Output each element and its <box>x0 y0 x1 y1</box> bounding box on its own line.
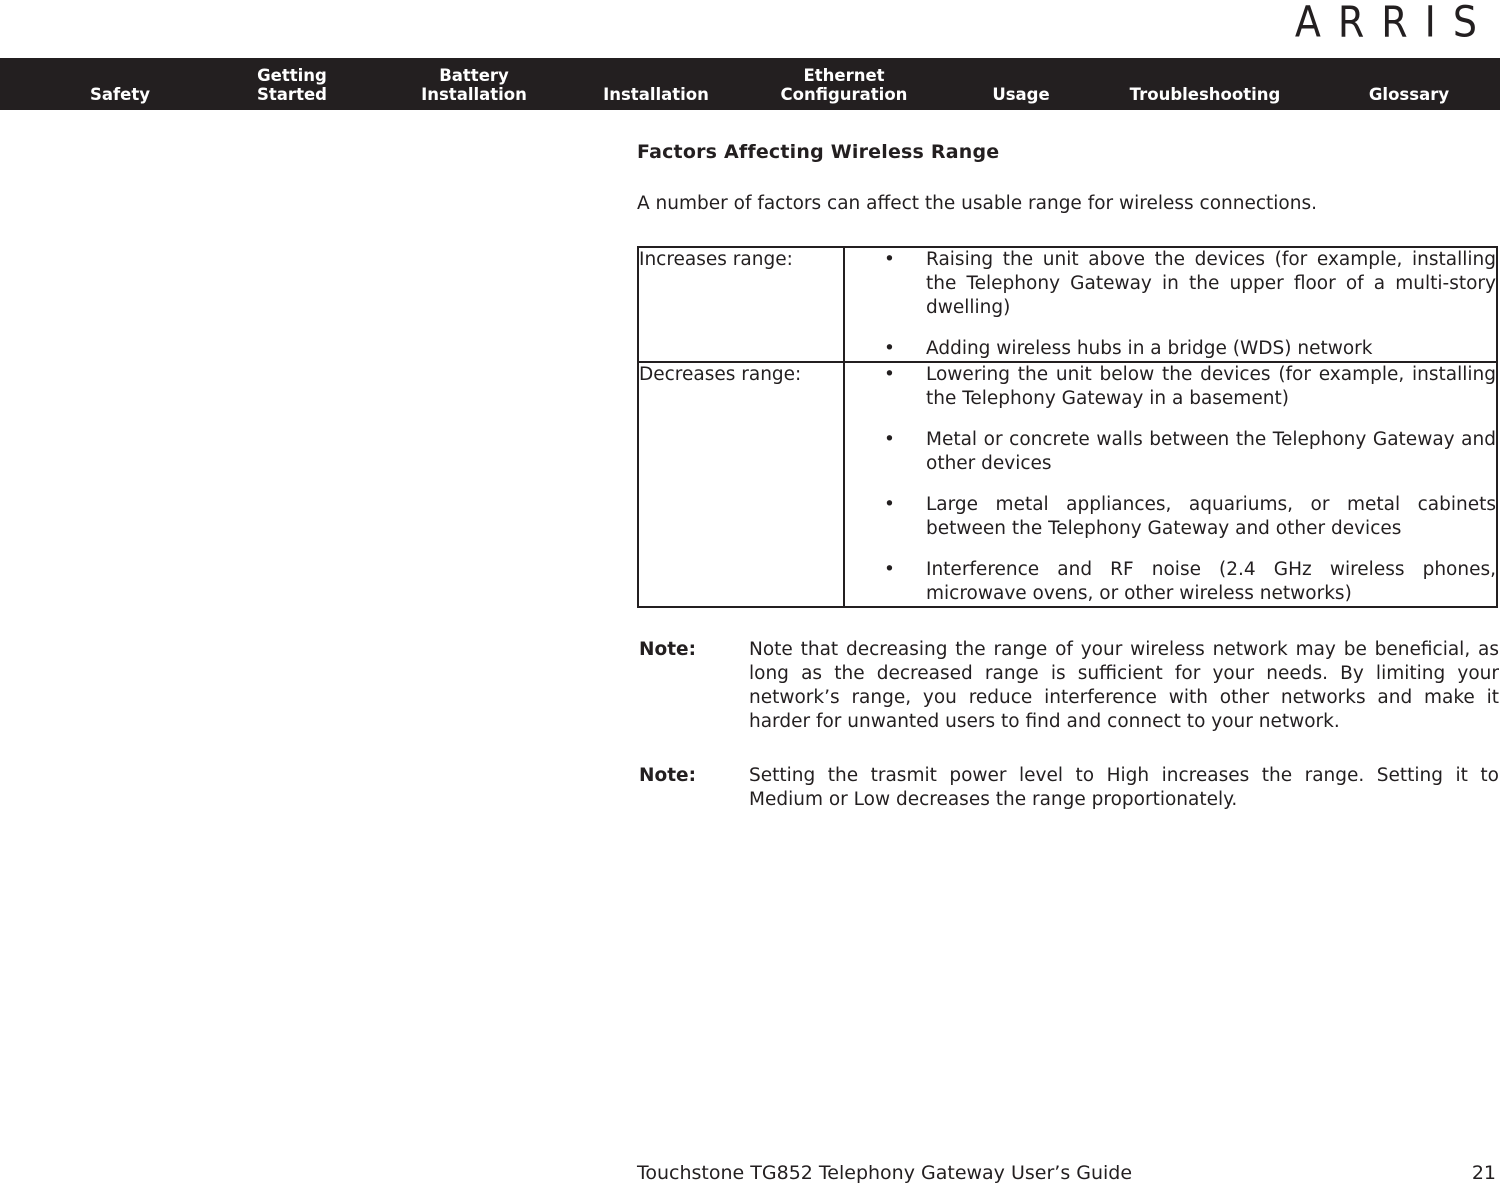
list-item: • Large metal appliances, aquariums, or m… <box>845 493 1496 541</box>
top-navigation-bar: Safety Getting Started Battery Installatio… <box>0 58 1500 110</box>
note-body: Setting the trasmit power level to High … <box>749 765 1499 810</box>
arris-logo: ARRIS <box>1295 0 1496 44</box>
list-item: • Metal or concrete walls between the Tel… <box>845 428 1496 476</box>
list-item-text: Metal or concrete walls between the Tele… <box>926 429 1496 474</box>
nav-item-safety[interactable]: Safety <box>58 85 182 104</box>
table-row: Increases range: • Raising the unit above … <box>637 246 1498 363</box>
nav-item-troubleshooting[interactable]: Troubleshooting <box>1114 85 1296 104</box>
list-item-text: Interference and RF noise (2.4 GHz wirel… <box>926 559 1496 604</box>
list-item: • Lowering the unit below the devices (fo… <box>845 363 1496 411</box>
bullet-icon: • <box>884 494 895 515</box>
content-column: Factors Affecting Wireless Range A numbe… <box>637 140 1499 812</box>
list-item-text: Raising the unit above the devices (for … <box>926 249 1496 318</box>
bullet-icon: • <box>884 249 895 270</box>
arris-logo-text: ARRIS <box>1294 0 1494 47</box>
list-item: • Interference and RF noise (2.4 GHz wire… <box>845 558 1496 606</box>
table-row: Decreases range: • Lowering the unit below… <box>637 361 1498 608</box>
list-item-text: Adding wireless hubs in a bridge (WDS) n… <box>926 338 1373 359</box>
page-footer: Touchstone TG852 Telephony Gateway User’… <box>637 1161 1496 1185</box>
note-block: Note: Setting the trasmit power level to … <box>637 764 1499 812</box>
factors-table: Increases range: • Raising the unit above … <box>637 246 1498 608</box>
bullet-icon: • <box>884 364 895 385</box>
note-label: Note: <box>639 765 696 786</box>
nav-item-getting-started[interactable]: Getting Started <box>232 66 352 104</box>
nav-item-glossary[interactable]: Glossary <box>1360 85 1458 104</box>
note-block: Note: Note that decreasing the range of y… <box>637 638 1499 734</box>
note-body: Note that decreasing the range of your w… <box>749 639 1499 732</box>
table-row-bullets: • Raising the unit above the devices (for… <box>843 246 1498 363</box>
list-item-text: Large metal appliances, aquariums, or me… <box>926 494 1496 539</box>
intro-paragraph: A number of factors can affect the usabl… <box>637 193 1317 214</box>
note-label: Note: <box>639 639 696 660</box>
nav-item-ethernet-configuration[interactable]: Ethernet Configuration <box>768 66 920 104</box>
bullet-icon: • <box>884 338 895 359</box>
list-item: • Raising the unit above the devices (for… <box>845 248 1496 320</box>
list-item-text: Lowering the unit below the devices (for… <box>926 364 1496 409</box>
nav-item-installation[interactable]: Installation <box>592 85 720 104</box>
footer-title: Touchstone TG852 Telephony Gateway User’… <box>637 1162 1133 1184</box>
nav-item-usage[interactable]: Usage <box>982 85 1060 104</box>
page-title: Factors Affecting Wireless Range <box>637 141 1000 163</box>
table-row-bullets: • Lowering the unit below the devices (fo… <box>843 361 1498 608</box>
page-number: 21 <box>1471 1162 1496 1184</box>
bullet-icon: • <box>884 429 895 450</box>
notes-container: Note: Note that decreasing the range of y… <box>637 638 1499 812</box>
table-row-label: Decreases range: <box>637 361 845 608</box>
table-row-label: Increases range: <box>637 246 845 363</box>
bullet-icon: • <box>884 559 895 580</box>
nav-item-battery-installation[interactable]: Battery Installation <box>400 66 548 104</box>
list-item: • Adding wireless hubs in a bridge (WDS) … <box>845 337 1496 361</box>
